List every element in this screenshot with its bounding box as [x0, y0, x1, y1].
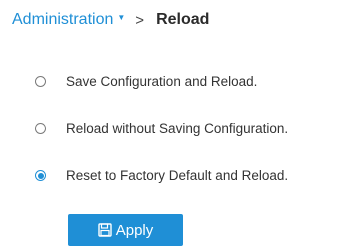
radio-reload-without-saving[interactable] — [35, 123, 46, 134]
reload-page: Administration ▼ > Reload Save Configurat… — [0, 0, 351, 252]
reload-options: Save Configuration and Reload. Reload wi… — [35, 58, 288, 199]
caret-down-icon[interactable]: ▼ — [117, 13, 125, 22]
breadcrumb-current-reload: Reload — [156, 11, 210, 28]
breadcrumb-administration-label: Administration — [12, 11, 114, 28]
apply-button[interactable]: Apply — [68, 214, 183, 246]
breadcrumb-separator: > — [135, 11, 145, 29]
option-label: Reset to Factory Default and Reload. — [66, 168, 289, 183]
option-label: Save Configuration and Reload. — [66, 74, 258, 89]
radio-save-and-reload[interactable] — [35, 76, 46, 87]
option-save-and-reload[interactable]: Save Configuration and Reload. — [35, 58, 288, 105]
breadcrumb: Administration ▼ > Reload — [12, 7, 209, 33]
apply-button-label: Apply — [115, 221, 154, 239]
option-factory-reset[interactable]: Reset to Factory Default and Reload. — [35, 152, 288, 199]
option-reload-without-saving[interactable]: Reload without Saving Configuration. — [35, 105, 288, 152]
radio-selected-dot — [37, 172, 44, 179]
save-icon — [98, 223, 112, 237]
option-label: Reload without Saving Configuration. — [66, 121, 289, 136]
radio-factory-reset[interactable] — [35, 170, 46, 181]
breadcrumb-administration[interactable]: Administration ▼ — [12, 11, 125, 29]
